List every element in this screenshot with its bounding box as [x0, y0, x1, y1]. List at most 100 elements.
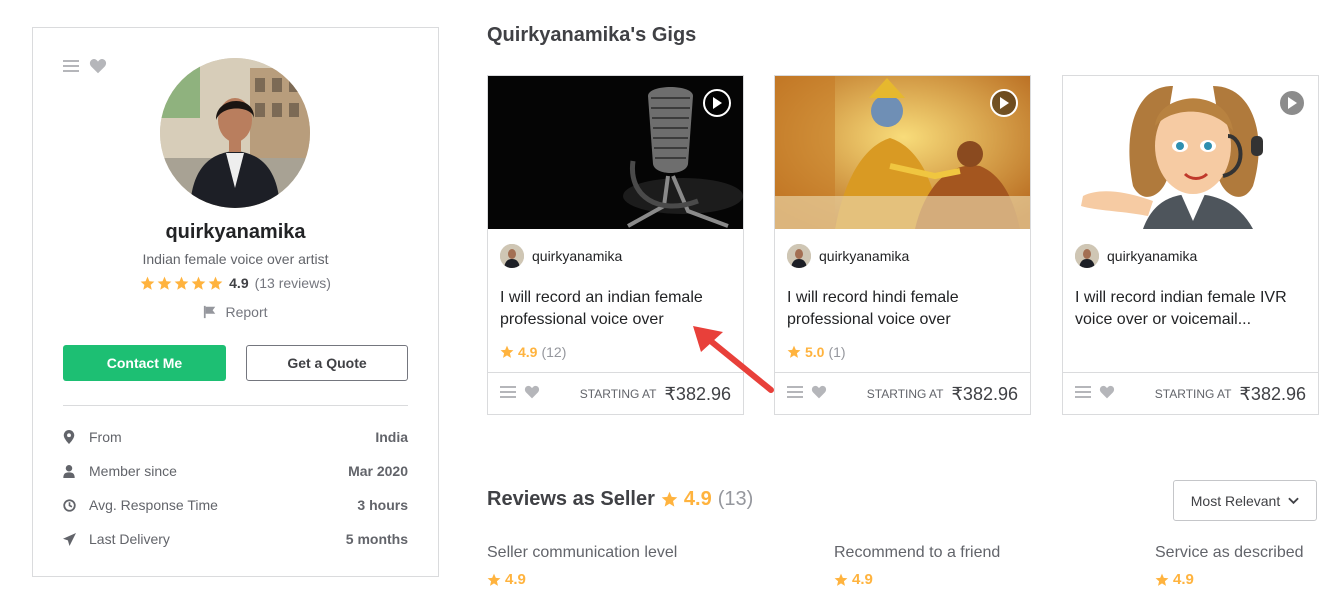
- breakdown-value: 4.9: [1173, 571, 1194, 588]
- gig-rating: 5.0 (1): [787, 344, 846, 360]
- annotation-arrow: [693, 326, 774, 393]
- gig-rating-count: (1): [828, 344, 846, 360]
- rating-breakdown-item: Seller communication level 4.9: [487, 544, 677, 588]
- gig-rating-score: 5.0: [805, 344, 825, 360]
- starting-at-label: STARTING AT: [579, 387, 657, 401]
- play-video-button[interactable]: [1278, 89, 1306, 117]
- heart-icon[interactable]: [89, 58, 107, 79]
- play-icon: [1288, 97, 1297, 109]
- stat-value: India: [375, 429, 408, 445]
- stat-last-delivery: Last Delivery 5 months: [63, 522, 408, 556]
- sort-selected-value: Most Relevant: [1190, 492, 1281, 509]
- gig-thumbnail[interactable]: [488, 76, 743, 229]
- gig-card[interactable]: quirkyanamika I will record hindi female…: [774, 75, 1031, 415]
- rating-score: 4.9: [229, 275, 249, 291]
- rating-breakdown-item: Service as described 4.9: [1155, 544, 1304, 588]
- collections-menu-icon[interactable]: [787, 385, 803, 404]
- gig-thumbnail[interactable]: [775, 76, 1030, 229]
- seller-tagline: Indian female voice over artist: [142, 251, 329, 267]
- star-icon: [1155, 573, 1169, 586]
- star-icon: [661, 491, 678, 507]
- gig-seller[interactable]: quirkyanamika: [1075, 244, 1197, 268]
- heart-icon[interactable]: [811, 385, 827, 404]
- collections-menu-icon[interactable]: [63, 58, 81, 79]
- breakdown-rating: 4.9: [487, 571, 677, 588]
- paper-plane-icon: [63, 532, 89, 546]
- breakdown-label: Recommend to a friend: [834, 544, 1001, 561]
- flag-icon: [204, 305, 216, 319]
- stat-member-since: Member since Mar 2020: [63, 454, 408, 488]
- gig-seller-name: quirkyanamika: [532, 248, 623, 264]
- heart-icon[interactable]: [1099, 385, 1115, 404]
- gig-title[interactable]: I will record indian female IVR voice ov…: [1075, 287, 1310, 331]
- star-icon: [191, 276, 206, 290]
- seller-rating: 4.9 (13 reviews): [33, 275, 438, 291]
- stat-value: 5 months: [345, 531, 408, 547]
- seller-mini-avatar: [1075, 244, 1099, 268]
- breakdown-rating: 4.9: [1155, 571, 1304, 588]
- reviews-link[interactable]: (13 reviews): [255, 275, 331, 291]
- rating-breakdown-item: Recommend to a friend 4.9: [834, 544, 1000, 588]
- collections-menu-icon[interactable]: [1075, 385, 1091, 404]
- gig-price: STARTING AT ₹382.96: [867, 384, 1018, 405]
- reviews-header: Reviews as Seller 4.9 (13): [487, 488, 753, 511]
- stat-label: Avg. Response Time: [89, 497, 218, 513]
- card-actions: [63, 58, 107, 79]
- divider: [63, 405, 408, 406]
- get-a-quote-button[interactable]: Get a Quote: [246, 345, 408, 381]
- breakdown-label: Service as described: [1155, 544, 1304, 561]
- starting-at-label: STARTING AT: [866, 387, 944, 401]
- gig-rating-score: 4.9: [518, 344, 538, 360]
- star-icon: [208, 276, 223, 290]
- gig-price: STARTING AT ₹382.96: [1155, 384, 1306, 405]
- star-icon: [174, 276, 189, 290]
- stat-label: Last Delivery: [89, 531, 170, 547]
- gig-seller[interactable]: quirkyanamika: [500, 244, 622, 268]
- play-video-button[interactable]: [703, 89, 731, 117]
- sort-dropdown[interactable]: Most Relevant: [1173, 480, 1317, 521]
- seller-mini-avatar: [787, 244, 811, 268]
- reviews-score: 4.9: [683, 488, 712, 510]
- breakdown-value: 4.9: [852, 571, 873, 588]
- starting-at-label: STARTING AT: [1154, 387, 1232, 401]
- price-value: ₹382.96: [1239, 383, 1306, 404]
- gig-card[interactable]: quirkyanamika I will record indian femal…: [1062, 75, 1319, 415]
- gig-thumbnail[interactable]: [1063, 76, 1318, 229]
- stat-value: 3 hours: [357, 497, 408, 513]
- gig-seller[interactable]: quirkyanamika: [787, 244, 909, 268]
- heart-icon[interactable]: [524, 385, 540, 404]
- star-icon: [140, 276, 155, 290]
- chevron-down-icon: [1288, 497, 1299, 504]
- gig-seller-name: quirkyanamika: [1107, 248, 1198, 264]
- gig-footer: STARTING AT ₹382.96: [775, 372, 1030, 415]
- seller-name[interactable]: quirkyanamika: [33, 221, 438, 244]
- gigs-section-title: Quirkyanamika's Gigs: [487, 24, 697, 46]
- stat-value: Mar 2020: [348, 463, 408, 479]
- star-icon: [787, 345, 801, 358]
- stat-response-time: Avg. Response Time 3 hours: [63, 488, 408, 522]
- star-icon: [834, 573, 848, 586]
- gig-rating-count: (12): [541, 344, 567, 360]
- price-value: ₹382.96: [951, 383, 1018, 404]
- reviews-count: (13): [717, 488, 754, 510]
- gig-title[interactable]: I will record hindi female professional …: [787, 287, 1022, 331]
- report-label: Report: [225, 304, 268, 320]
- stat-from: From India: [63, 420, 408, 454]
- seller-mini-avatar: [500, 244, 524, 268]
- user-icon: [63, 464, 89, 478]
- reviews-title: Reviews as Seller: [487, 488, 655, 510]
- breakdown-label: Seller communication level: [487, 544, 678, 561]
- star-rating: [140, 276, 223, 291]
- play-video-button[interactable]: [990, 89, 1018, 117]
- seller-avatar[interactable]: [160, 58, 310, 208]
- breakdown-value: 4.9: [505, 571, 526, 588]
- report-link[interactable]: Report: [33, 304, 438, 320]
- play-icon: [713, 97, 722, 109]
- collections-menu-icon[interactable]: [500, 385, 516, 404]
- contact-me-button[interactable]: Contact Me: [63, 345, 226, 381]
- location-pin-icon: [63, 430, 89, 444]
- seller-stats: From India Member since Mar 2020 Avg. Re…: [63, 420, 408, 556]
- star-icon: [157, 276, 172, 290]
- gig-rating: 4.9 (12): [500, 344, 566, 360]
- clock-icon: [63, 498, 89, 512]
